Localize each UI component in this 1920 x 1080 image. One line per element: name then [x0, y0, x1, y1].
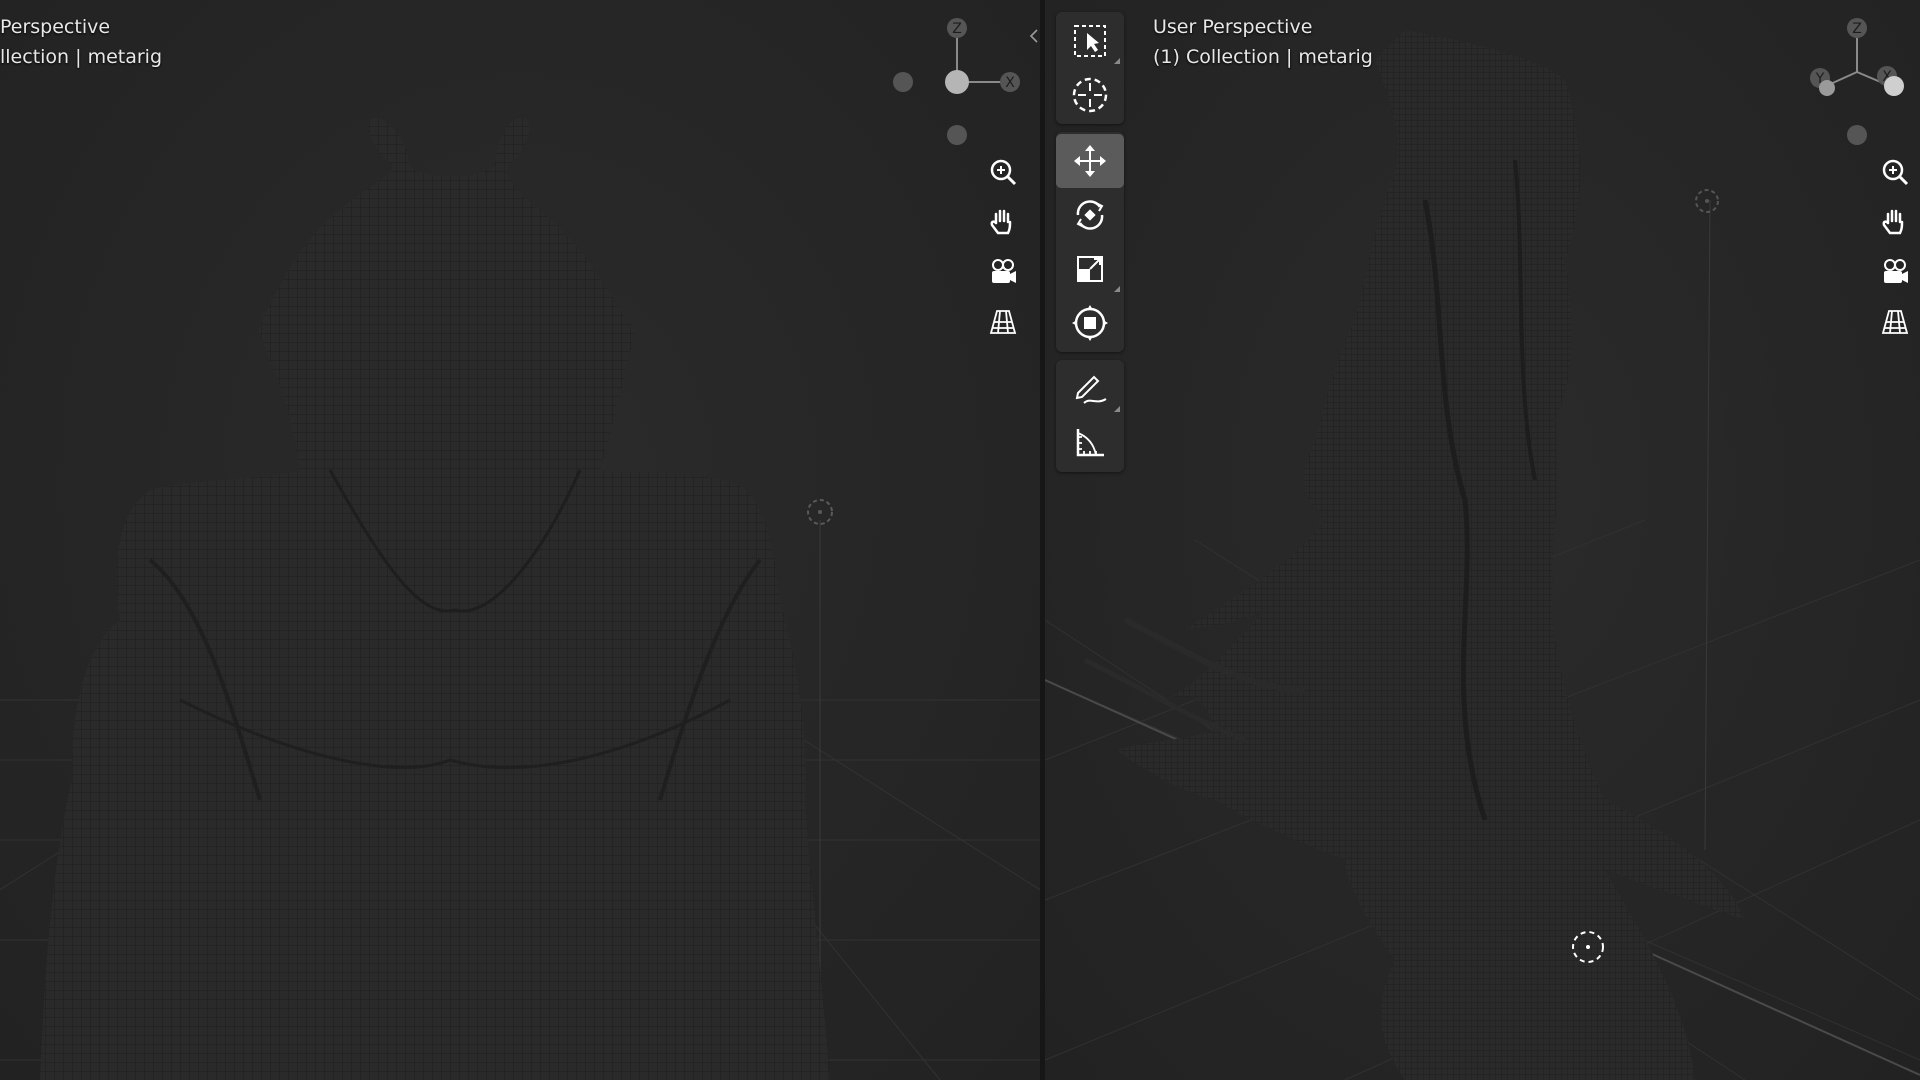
gizmo-z-label: Z [1852, 21, 1862, 37]
chevron-left-icon [1029, 29, 1038, 43]
camera-view-button[interactable] [1875, 252, 1915, 292]
viewport-title: Perspective [0, 16, 111, 38]
ortho-toggle-button[interactable] [1875, 302, 1915, 342]
empty-object-marker[interactable] [803, 495, 837, 529]
hand-pan-icon [1882, 209, 1904, 235]
pan-button[interactable] [1875, 202, 1915, 242]
ortho-toggle-button[interactable] [983, 302, 1023, 342]
gizmo-neg-x-handle [1884, 76, 1904, 96]
scale-icon [1077, 256, 1103, 282]
zoom-button[interactable] [983, 152, 1023, 192]
cursor-tool[interactable] [1056, 68, 1124, 122]
scale-tool[interactable] [1056, 242, 1124, 296]
measure-icon [1076, 429, 1104, 457]
tree-mesh [1083, 30, 1745, 1080]
empty-object-marker[interactable] [1692, 186, 1722, 216]
zoom-icon [1882, 159, 1909, 186]
move-icon [1074, 145, 1106, 177]
navigation-gizmo[interactable]: Z Y X [1790, 10, 1920, 150]
gizmo-neg-z-handle [947, 125, 967, 145]
hand-pan-icon [990, 209, 1012, 235]
select-box-tool[interactable] [1056, 14, 1124, 68]
left-3d-viewport[interactable]: Perspective llection | metarig Z X [0, 0, 1040, 1080]
creature-mesh [40, 118, 830, 1080]
annotate-icon [1075, 375, 1107, 404]
right-3d-viewport[interactable]: User Perspective (1) Collection | metari… [1045, 0, 1920, 1080]
pan-button[interactable] [983, 202, 1023, 242]
viewport-title: User Perspective [1153, 16, 1313, 38]
grid-ortho-icon [989, 310, 1017, 334]
annotate-tool[interactable] [1056, 362, 1124, 416]
gizmo-neg-z-handle [1847, 125, 1867, 145]
camera-view-button[interactable] [983, 252, 1023, 292]
move-tool[interactable] [1056, 134, 1124, 188]
zoom-icon [990, 159, 1017, 186]
cursor-icon [1072, 77, 1108, 113]
gizmo-z-label: Z [952, 21, 962, 37]
transform-tool-group [1056, 132, 1124, 352]
gizmo-neg-x-handle [893, 72, 913, 92]
grid-ortho-icon [1881, 310, 1909, 334]
measure-tool[interactable] [1056, 416, 1124, 470]
annotate-tool-group [1056, 360, 1124, 472]
gizmo-neg-y-handle [1819, 80, 1835, 96]
gizmo-x-label: X [1005, 75, 1015, 91]
rotate-tool[interactable] [1056, 188, 1124, 242]
camera-icon [1884, 259, 1908, 283]
tool-shelf [1056, 12, 1124, 480]
rotate-icon [1076, 200, 1104, 230]
viewport-collection-label: (1) Collection | metarig [1153, 46, 1373, 68]
select-tool-group [1056, 12, 1124, 124]
camera-icon [992, 259, 1016, 283]
transform-tool[interactable] [1056, 296, 1124, 350]
navigation-gizmo[interactable]: Z X [880, 10, 1040, 150]
right-viewport-scene [1045, 30, 1920, 1080]
viewport-collection-label: llection | metarig [0, 46, 163, 68]
zoom-button[interactable] [1875, 152, 1915, 192]
gizmo-center-handle [945, 70, 969, 94]
transform-icon [1072, 305, 1108, 341]
select-box-icon [1074, 25, 1106, 57]
left-viewport-scene [0, 118, 1040, 1080]
3d-cursor[interactable] [1568, 927, 1608, 967]
